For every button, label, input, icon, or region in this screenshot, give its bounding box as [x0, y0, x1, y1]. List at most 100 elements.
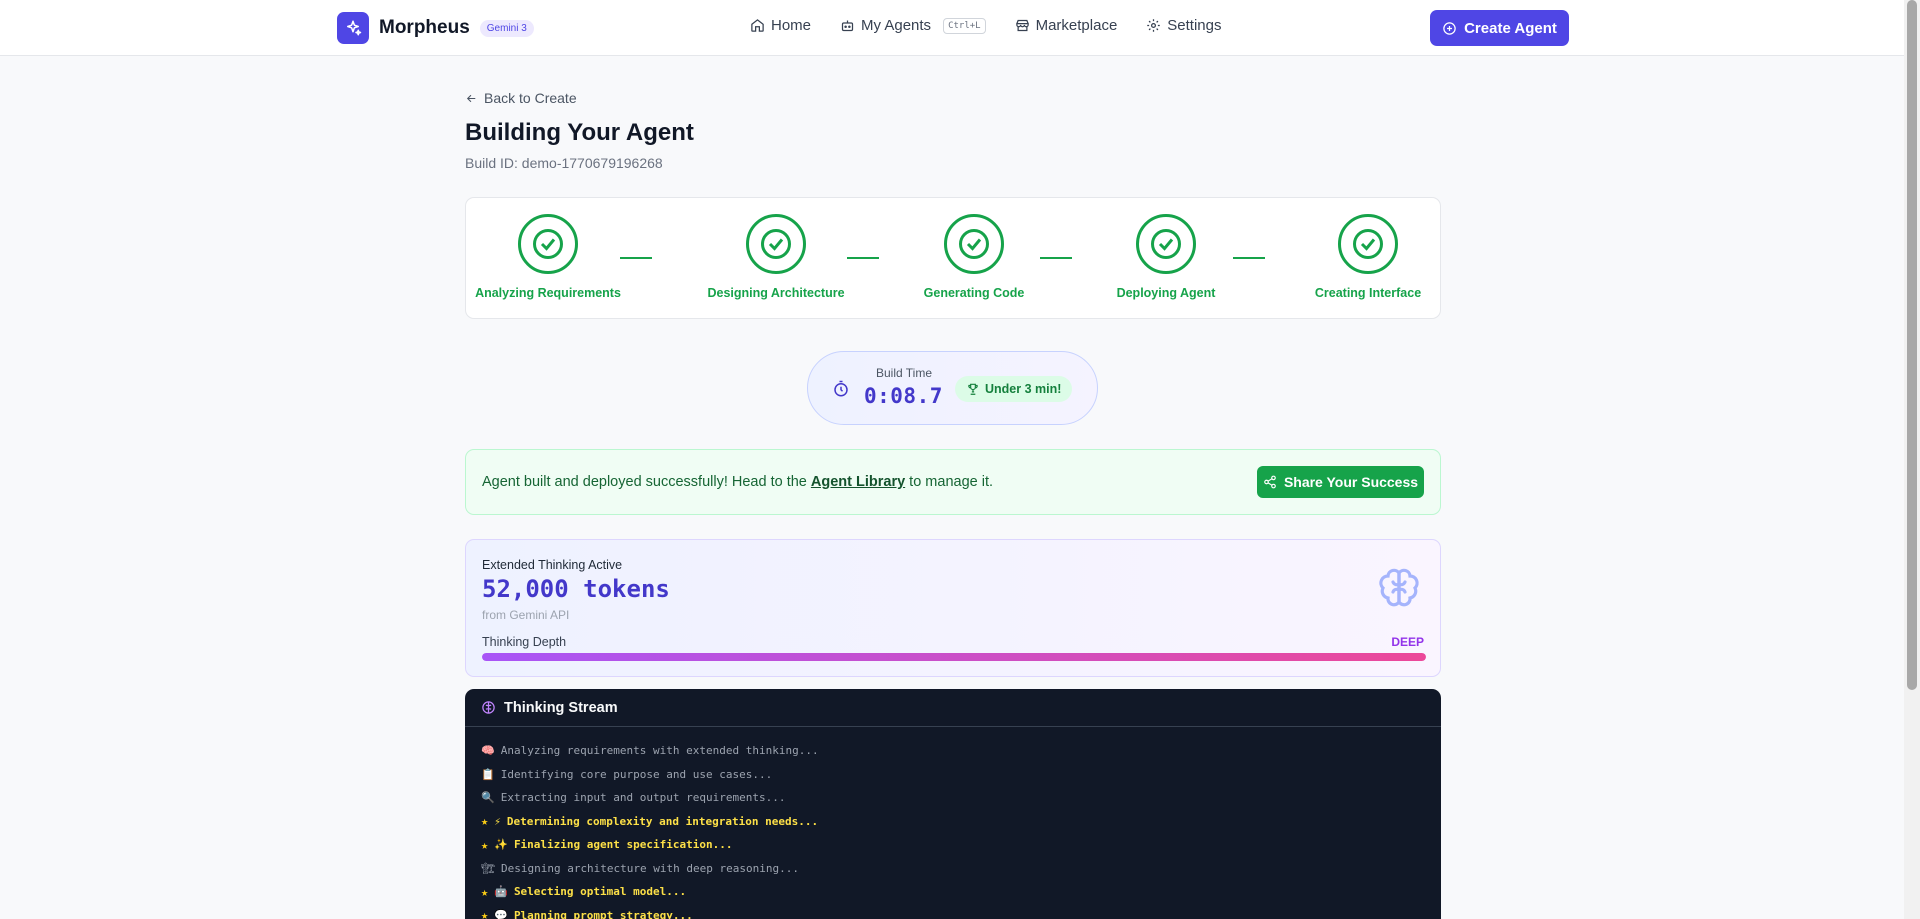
thinking-depth-fill — [482, 653, 1426, 661]
agent-library-link[interactable]: Agent Library — [811, 474, 905, 490]
scrollbar-thumb[interactable] — [1907, 0, 1917, 690]
stream-line-emoji: 🔍 — [481, 791, 495, 805]
build-time-value: 0:08.7 — [864, 384, 943, 408]
plus-circle-icon — [1443, 21, 1456, 35]
main-nav: Home My Agents Ctrl+L Marketplace Settin… — [750, 17, 1221, 34]
extended-thinking-card: Extended Thinking Active 52,000 tokens f… — [465, 539, 1441, 677]
stream-line: ★ 🤖 Selecting optimal model... — [481, 880, 1441, 904]
step-check-icon — [944, 214, 1004, 274]
nav-settings[interactable]: Settings — [1146, 17, 1221, 34]
model-badge: Gemini 3 — [479, 19, 534, 37]
build-time-label: Build Time — [876, 366, 933, 380]
trophy-icon — [968, 383, 978, 395]
page-title: Building Your Agent — [465, 119, 694, 146]
star-icon: ★ — [481, 837, 489, 852]
thinking-depth-bar — [482, 653, 1426, 661]
stream-line-emoji: ✨ — [494, 838, 508, 852]
build-progress-steps: Analyzing Requirements Designing Archite… — [465, 197, 1441, 319]
step-analyzing: Analyzing Requirements — [475, 214, 621, 300]
brain-icon — [482, 701, 495, 714]
stream-line: ★ 💬 Planning prompt strategy... — [481, 904, 1441, 919]
step-label: Creating Interface — [1314, 286, 1422, 300]
brand-name: Morpheus — [379, 17, 470, 38]
thinking-status-label: Extended Thinking Active — [482, 558, 623, 572]
back-to-create-link[interactable]: Back to Create — [465, 90, 577, 106]
nav-marketplace-label: Marketplace — [1035, 17, 1118, 34]
stream-line-emoji: 🤖 — [494, 885, 508, 899]
nav-home-label: Home — [771, 17, 812, 34]
stream-line-text: Extracting input and output requirements… — [500, 791, 786, 805]
stream-line-text: Selecting optimal model... — [513, 885, 687, 899]
stream-line-text: Determining complexity and integration n… — [506, 814, 819, 828]
store-icon — [1015, 19, 1029, 32]
stopwatch-icon — [834, 380, 848, 397]
step-connector — [620, 257, 652, 259]
step-check-icon — [518, 214, 578, 274]
home-icon — [751, 19, 764, 32]
nav-my-agents-label: My Agents — [861, 17, 932, 34]
step-label: Designing Architecture — [707, 286, 845, 300]
nav-my-agents[interactable]: My Agents Ctrl+L — [840, 17, 986, 34]
step-generating: Generating Code — [924, 214, 1024, 300]
success-banner: Agent built and deployed successfully! H… — [465, 449, 1441, 515]
brand[interactable]: Morpheus Gemini 3 — [337, 12, 534, 44]
stream-title: Thinking Stream — [504, 699, 618, 716]
share-success-button[interactable]: Share Your Success — [1257, 466, 1424, 498]
brain-icon — [1379, 568, 1419, 607]
stream-line-emoji: 📋 — [481, 767, 495, 781]
star-icon: ★ — [481, 814, 489, 829]
build-id: Build ID: demo-1770679196268 — [465, 155, 663, 171]
stream-line-emoji: ⚡ — [494, 814, 501, 828]
success-text-after: to manage it. — [905, 474, 994, 490]
thinking-stream-panel[interactable]: Thinking Stream 🧠 Analyzing requirements … — [465, 689, 1441, 919]
step-connector — [1040, 257, 1072, 259]
thinking-depth-label: Thinking Depth — [482, 635, 567, 649]
top-navbar: Morpheus Gemini 3 Home My Agents Ctrl+L … — [0, 0, 1904, 56]
nav-settings-label: Settings — [1167, 17, 1222, 34]
nav-home[interactable]: Home — [750, 17, 811, 34]
award-badge: Under 3 min! — [955, 376, 1073, 402]
stream-line: 📋 Identifying core purpose and use cases.… — [481, 763, 1441, 787]
create-agent-label: Create Agent — [1464, 19, 1557, 37]
stream-line-emoji: 🏗 — [481, 861, 495, 875]
share-icon — [1264, 475, 1276, 489]
stream-header: Thinking Stream — [465, 689, 1441, 727]
back-link-label: Back to Create — [484, 90, 577, 106]
bot-icon — [841, 20, 854, 32]
stream-line-text: Planning prompt strategy... — [513, 908, 693, 919]
stream-line-emoji: 🧠 — [481, 744, 495, 758]
success-message: Agent built and deployed successfully! H… — [482, 474, 993, 490]
stream-line-text: Finalizing agent specification... — [513, 838, 733, 852]
step-creating-interface: Creating Interface — [1314, 214, 1422, 300]
star-icon: ★ — [481, 908, 489, 919]
success-text-before: Agent built and deployed successfully! H… — [482, 474, 811, 490]
award-label: Under 3 min! — [985, 382, 1062, 396]
stream-line: 🧠 Analyzing requirements with extended th… — [481, 739, 1441, 763]
step-connector — [1233, 257, 1265, 259]
stream-line: ★ ⚡ Determining complexity and integration… — [481, 810, 1441, 834]
stream-line: ★ ✨ Finalizing agent specification... — [481, 833, 1441, 857]
stream-line: 🏗 Designing architecture with deep reason… — [481, 857, 1441, 881]
thinking-source: from Gemini API — [482, 608, 570, 622]
star-icon: ★ — [481, 884, 489, 899]
step-label: Analyzing Requirements — [475, 286, 621, 300]
share-button-label: Share Your Success — [1283, 474, 1419, 490]
step-deploying: Deploying Agent — [1116, 214, 1216, 300]
thinking-depth-value: DEEP — [1391, 635, 1424, 649]
nav-marketplace[interactable]: Marketplace — [1015, 17, 1118, 34]
gear-icon — [1147, 19, 1161, 32]
shortcut-hint: Ctrl+L — [943, 17, 986, 34]
step-label: Deploying Agent — [1116, 286, 1216, 300]
stream-line-text: Designing architecture with deep reasoni… — [500, 861, 799, 875]
stream-line-text: Analyzing requirements with extended thi… — [500, 744, 819, 758]
step-connector — [847, 257, 879, 259]
create-agent-button[interactable]: Create Agent — [1430, 10, 1569, 46]
step-designing: Designing Architecture — [707, 214, 845, 300]
thinking-token-count: 52,000 tokens — [482, 575, 670, 603]
step-check-icon — [1338, 214, 1398, 274]
step-check-icon — [746, 214, 806, 274]
stream-line-text: Identifying core purpose and use cases..… — [500, 767, 773, 781]
step-check-icon — [1136, 214, 1196, 274]
stream-line-emoji: 💬 — [494, 908, 508, 919]
sparkles-logo-icon — [337, 12, 369, 44]
